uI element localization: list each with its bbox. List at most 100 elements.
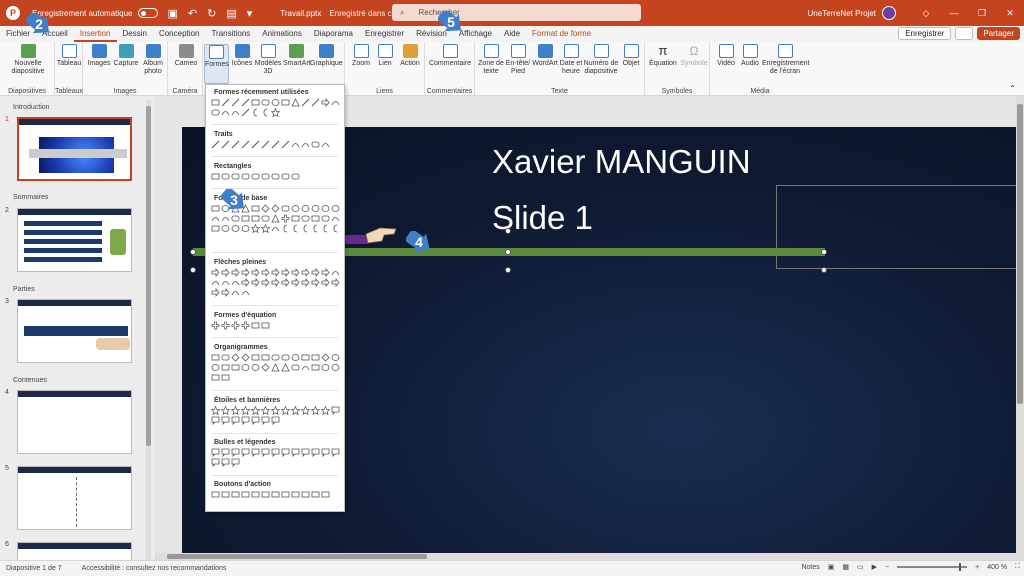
shape-option[interactable] bbox=[281, 278, 290, 287]
shape-option[interactable] bbox=[211, 321, 220, 330]
symbol-button[interactable]: Ω Symbole bbox=[679, 44, 709, 68]
shape-option[interactable] bbox=[291, 268, 300, 277]
tab-aide[interactable]: Aide bbox=[498, 26, 526, 42]
shape-option[interactable] bbox=[301, 214, 310, 223]
canvas-vertical-scrollbar[interactable] bbox=[1016, 96, 1024, 558]
shape-option[interactable] bbox=[331, 268, 340, 277]
shape-option[interactable] bbox=[321, 98, 330, 107]
tab-dessin[interactable]: Dessin bbox=[117, 26, 153, 42]
shape-option[interactable] bbox=[231, 458, 240, 467]
tab-diaporama[interactable]: Diaporama bbox=[308, 26, 359, 42]
shape-option[interactable] bbox=[331, 363, 340, 372]
shape-option[interactable] bbox=[251, 140, 260, 149]
shape-option[interactable] bbox=[241, 321, 250, 330]
shape-option[interactable] bbox=[311, 278, 320, 287]
shape-option[interactable] bbox=[291, 98, 300, 107]
customize-qat-icon[interactable]: ▾ bbox=[247, 7, 253, 20]
slide-thumbnail-2[interactable] bbox=[17, 208, 132, 272]
zoom-slider[interactable] bbox=[897, 563, 968, 571]
zoom-out-icon[interactable]: − bbox=[885, 564, 889, 571]
slide-number-button[interactable]: Numéro de diapositive bbox=[583, 44, 619, 76]
new-slide-button[interactable]: Nouvelle diapositive bbox=[6, 44, 50, 76]
resize-handle[interactable] bbox=[505, 249, 511, 255]
shape-option[interactable] bbox=[321, 268, 330, 277]
zoom-in-icon[interactable]: + bbox=[975, 564, 979, 571]
section-parties[interactable]: Parties bbox=[13, 286, 35, 293]
resize-handle[interactable] bbox=[190, 249, 196, 255]
shape-option[interactable] bbox=[241, 278, 250, 287]
icons-button[interactable]: Icônes bbox=[231, 44, 253, 68]
shape-option[interactable] bbox=[241, 214, 250, 223]
shape-option[interactable] bbox=[321, 363, 330, 372]
tab-animations[interactable]: Animations bbox=[256, 26, 308, 42]
comment-button[interactable]: Commentaire bbox=[427, 44, 473, 68]
shape-option[interactable] bbox=[241, 140, 250, 149]
shape-option[interactable] bbox=[241, 98, 250, 107]
3d-models-button[interactable]: Modèles 3D bbox=[254, 44, 282, 76]
panel-scrollbar[interactable] bbox=[146, 100, 151, 560]
autosave-toggle[interactable] bbox=[137, 8, 158, 18]
equation-button[interactable]: π Équation bbox=[647, 44, 679, 68]
shape-option[interactable] bbox=[271, 363, 280, 372]
shape-option[interactable] bbox=[331, 406, 340, 415]
shape-option[interactable] bbox=[211, 278, 220, 287]
shape-option[interactable] bbox=[321, 204, 330, 213]
shape-option[interactable] bbox=[221, 490, 230, 499]
shape-option[interactable] bbox=[221, 363, 230, 372]
comments-icon[interactable] bbox=[955, 27, 974, 40]
shape-option[interactable] bbox=[301, 140, 310, 149]
shape-option[interactable] bbox=[271, 214, 280, 223]
redo-icon[interactable]: ↻ bbox=[207, 7, 216, 20]
shape-option[interactable] bbox=[211, 406, 220, 415]
shape-option[interactable] bbox=[271, 278, 280, 287]
shape-option[interactable] bbox=[281, 406, 290, 415]
shape-option[interactable] bbox=[301, 224, 310, 233]
shape-option[interactable] bbox=[211, 458, 220, 467]
zoom-level[interactable]: 400 % bbox=[987, 564, 1007, 571]
shape-option[interactable] bbox=[231, 98, 240, 107]
tab-insertion[interactable]: Insertion bbox=[73, 26, 117, 42]
shape-option[interactable] bbox=[231, 448, 240, 457]
shape-option[interactable] bbox=[281, 98, 290, 107]
shape-option[interactable] bbox=[271, 448, 280, 457]
shape-option[interactable] bbox=[231, 140, 240, 149]
shape-option[interactable] bbox=[251, 98, 260, 107]
shape-option[interactable] bbox=[241, 416, 250, 425]
shape-option[interactable] bbox=[271, 108, 280, 117]
shape-option[interactable] bbox=[301, 204, 310, 213]
sorter-view-icon[interactable]: ▦ bbox=[842, 563, 849, 571]
shape-option[interactable] bbox=[221, 108, 230, 117]
shape-option[interactable] bbox=[301, 406, 310, 415]
shape-option[interactable] bbox=[261, 416, 270, 425]
shape-option[interactable] bbox=[311, 214, 320, 223]
shape-option[interactable] bbox=[211, 373, 220, 382]
shape-option[interactable] bbox=[211, 416, 220, 425]
shape-option[interactable] bbox=[311, 353, 320, 362]
shape-option[interactable] bbox=[211, 204, 220, 213]
shape-option[interactable] bbox=[251, 172, 260, 181]
shape-option[interactable] bbox=[221, 373, 230, 382]
cameo-button[interactable]: Cameo bbox=[172, 44, 200, 68]
shape-option[interactable] bbox=[281, 363, 290, 372]
shape-option[interactable] bbox=[311, 406, 320, 415]
shape-option[interactable] bbox=[241, 268, 250, 277]
shape-option[interactable] bbox=[281, 448, 290, 457]
canvas-horizontal-scrollbar[interactable] bbox=[155, 553, 1024, 560]
shape-option[interactable] bbox=[281, 490, 290, 499]
shape-option[interactable] bbox=[331, 204, 340, 213]
shape-option[interactable] bbox=[251, 416, 260, 425]
shape-option[interactable] bbox=[251, 214, 260, 223]
shape-option[interactable] bbox=[271, 224, 280, 233]
maximize-icon[interactable]: ❐ bbox=[968, 8, 996, 19]
images-button[interactable]: Images bbox=[87, 44, 111, 68]
undo-icon[interactable]: ↶ bbox=[188, 7, 197, 20]
shape-option[interactable] bbox=[291, 172, 300, 181]
shape-option[interactable] bbox=[231, 268, 240, 277]
shape-option[interactable] bbox=[321, 214, 330, 223]
shape-option[interactable] bbox=[241, 108, 250, 117]
reading-view-icon[interactable]: ▭ bbox=[857, 563, 864, 571]
shape-option[interactable] bbox=[211, 448, 220, 457]
action-button[interactable]: Action bbox=[397, 44, 423, 68]
shape-option[interactable] bbox=[211, 108, 220, 117]
rotate-handle[interactable] bbox=[505, 228, 511, 234]
